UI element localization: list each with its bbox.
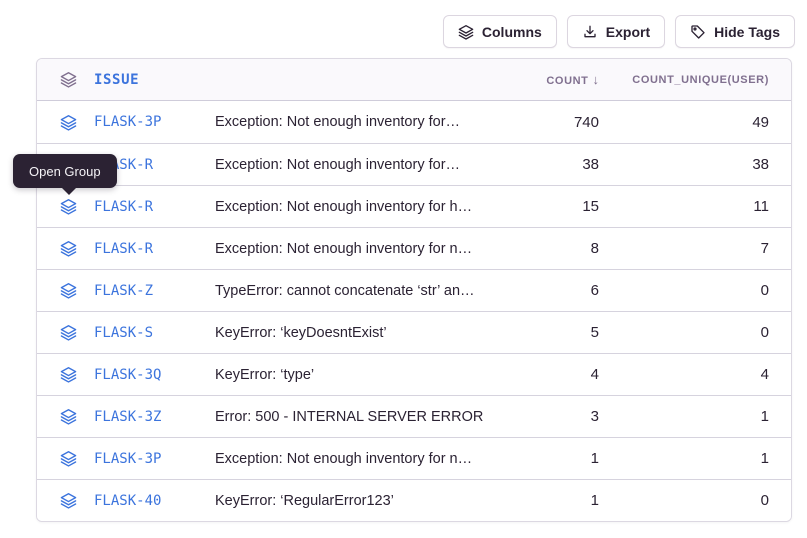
stack-icon <box>60 240 77 257</box>
table-row[interactable]: FLASK-40 KeyError: ‘RegularError123’ 1 0 <box>37 479 791 521</box>
open-group-icon-box[interactable] <box>58 198 78 215</box>
count-value: 38 <box>509 156 599 173</box>
count-value: 1 <box>509 492 599 509</box>
count-value: 5 <box>509 324 599 341</box>
issue-title: Exception: Not enough inventory for n… <box>215 451 509 467</box>
count-unique-value: 7 <box>599 240 769 257</box>
issue-column-header[interactable]: ISSUE <box>94 72 215 88</box>
count-unique-value: 0 <box>599 282 769 299</box>
count-unique-value: 11 <box>599 198 769 215</box>
count-column-header[interactable]: COUNT↓ <box>509 72 599 87</box>
tag-icon <box>690 24 706 40</box>
table-row[interactable]: FLASK-3P Exception: Not enough inventory… <box>37 437 791 479</box>
count-unique-value: 1 <box>599 450 769 467</box>
issue-link[interactable]: FLASK-R <box>94 199 215 215</box>
count-unique-value: 0 <box>599 492 769 509</box>
issue-column-icon-box <box>58 71 78 88</box>
stack-icon <box>60 324 77 341</box>
stack-icon <box>60 114 77 131</box>
issue-link[interactable]: FLASK-40 <box>94 493 215 509</box>
open-group-icon-box[interactable] <box>58 114 78 131</box>
open-group-icon-box[interactable] <box>58 282 78 299</box>
open-group-icon-box[interactable] <box>58 492 78 509</box>
count-unique-value: 1 <box>599 408 769 425</box>
download-icon <box>582 24 598 40</box>
stack-icon <box>60 408 77 425</box>
issue-link[interactable]: FLASK-Z <box>94 283 215 299</box>
open-group-icon-box[interactable] <box>58 408 78 425</box>
table-row[interactable]: FLASK-S KeyError: ‘keyDoesntExist’ 5 0 <box>37 311 791 353</box>
stack-icon <box>458 24 474 40</box>
issue-title: TypeError: cannot concatenate ‘str’ an… <box>215 283 509 299</box>
issue-link[interactable]: FLASK-3P <box>94 114 215 130</box>
open-group-icon-box[interactable] <box>58 366 78 383</box>
table-row[interactable]: FLASK-R Exception: Not enough inventory … <box>37 143 791 185</box>
count-value: 1 <box>509 450 599 467</box>
table-row[interactable]: FLASK-3Q KeyError: ‘type’ 4 4 <box>37 353 791 395</box>
count-value: 4 <box>509 366 599 383</box>
table-header: ISSUE COUNT↓ COUNT_UNIQUE(USER) <box>37 59 791 101</box>
open-group-icon-box[interactable] <box>58 450 78 467</box>
stack-icon <box>60 450 77 467</box>
issue-title: Exception: Not enough inventory for… <box>215 157 509 173</box>
hide-tags-button-label: Hide Tags <box>714 24 780 40</box>
issue-link[interactable]: FLASK-3P <box>94 451 215 467</box>
stack-icon <box>60 156 77 173</box>
issue-title: Exception: Not enough inventory for h… <box>215 199 509 215</box>
issue-title: KeyError: ‘keyDoesntExist’ <box>215 325 509 341</box>
issue-link[interactable]: FLASK-3Q <box>94 367 215 383</box>
stack-icon <box>60 282 77 299</box>
issue-link[interactable]: FLASK-3Z <box>94 409 215 425</box>
table-row[interactable]: FLASK-3P Exception: Not enough inventory… <box>37 101 791 143</box>
count-value: 740 <box>509 114 599 131</box>
issue-title: KeyError: ‘RegularError123’ <box>215 493 509 509</box>
count-value: 3 <box>509 408 599 425</box>
columns-button[interactable]: Columns <box>443 15 557 48</box>
table-row[interactable]: FLASK-Z TypeError: cannot concatenate ‘s… <box>37 269 791 311</box>
stack-icon <box>60 492 77 509</box>
count-unique-value: 4 <box>599 366 769 383</box>
open-group-icon-box[interactable] <box>58 240 78 257</box>
stack-icon <box>60 366 77 383</box>
issue-link[interactable]: FLASK-S <box>94 325 215 341</box>
count-value: 6 <box>509 282 599 299</box>
issue-title: Error: 500 - INTERNAL SERVER ERROR <box>215 409 509 425</box>
issue-title: KeyError: ‘type’ <box>215 367 509 383</box>
toolbar: Columns Export Hide Tags <box>443 15 795 48</box>
issues-table: ISSUE COUNT↓ COUNT_UNIQUE(USER) FLASK-3P… <box>36 58 792 522</box>
hide-tags-button[interactable]: Hide Tags <box>675 15 795 48</box>
count-value: 15 <box>509 198 599 215</box>
count-unique-column-header[interactable]: COUNT_UNIQUE(USER) <box>599 74 769 86</box>
table-row[interactable]: FLASK-R Exception: Not enough inventory … <box>37 185 791 227</box>
export-button-label: Export <box>606 24 650 40</box>
count-header-label: COUNT <box>546 75 588 87</box>
open-group-icon-box[interactable] <box>58 324 78 341</box>
export-button[interactable]: Export <box>567 15 665 48</box>
issue-link[interactable]: FLASK-R <box>94 241 215 257</box>
issue-title: Exception: Not enough inventory for n… <box>215 241 509 257</box>
count-unique-value: 49 <box>599 114 769 131</box>
table-row[interactable]: FLASK-3Z Error: 500 - INTERNAL SERVER ER… <box>37 395 791 437</box>
open-group-icon-box[interactable] <box>58 156 78 173</box>
issue-link[interactable]: FLASK-R <box>94 157 215 173</box>
count-unique-value: 38 <box>599 156 769 173</box>
count-value: 8 <box>509 240 599 257</box>
columns-button-label: Columns <box>482 24 542 40</box>
table-row[interactable]: FLASK-R Exception: Not enough inventory … <box>37 227 791 269</box>
issue-title: Exception: Not enough inventory for… <box>215 114 509 130</box>
count-unique-value: 0 <box>599 324 769 341</box>
stack-icon <box>60 198 77 215</box>
stack-icon <box>60 71 77 88</box>
